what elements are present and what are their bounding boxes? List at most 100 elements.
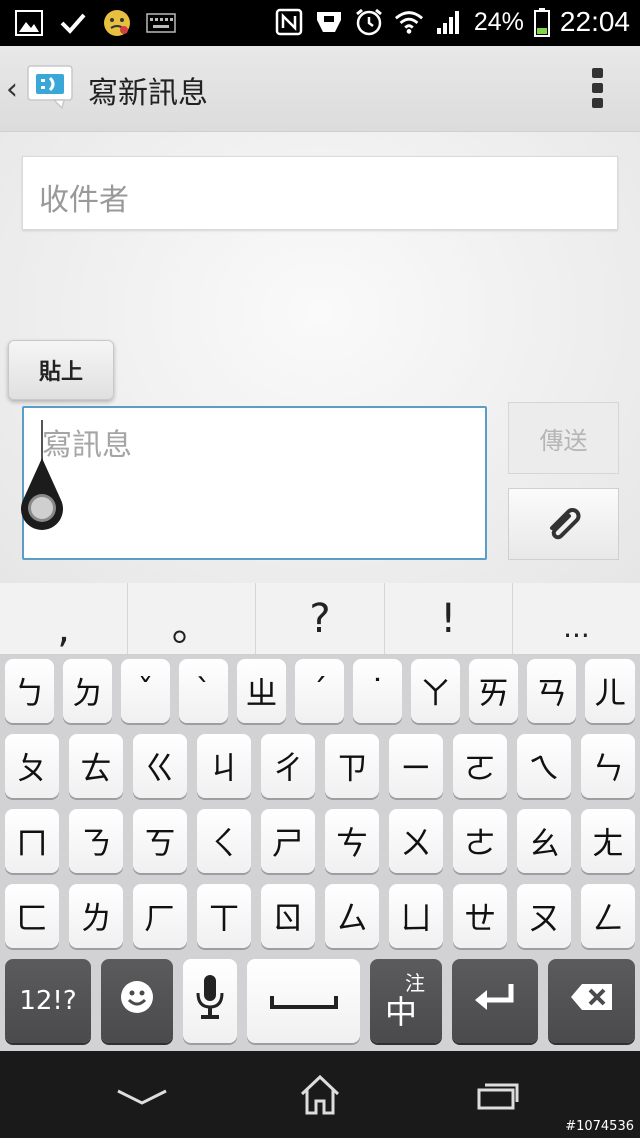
attach-button[interactable]	[508, 488, 619, 560]
home-icon	[298, 1074, 342, 1120]
keyboard-icon	[146, 8, 176, 38]
text-cursor	[41, 420, 43, 460]
key[interactable]: ㄖ	[261, 884, 315, 948]
voice-input-key[interactable]	[183, 959, 237, 1043]
key[interactable]: ㄎ	[133, 809, 187, 873]
key[interactable]: ㄒ	[197, 884, 251, 948]
smiley-icon	[120, 980, 154, 1022]
key[interactable]: ㄡ	[517, 884, 571, 948]
back-chevron-icon[interactable]: ‹	[6, 72, 18, 107]
suggestion-item[interactable]: ,	[0, 583, 129, 654]
messaging-app-icon[interactable]	[24, 62, 76, 110]
nfc-icon	[274, 7, 304, 37]
enter-key[interactable]	[452, 959, 538, 1043]
symbols-key[interactable]: 12!?	[5, 959, 91, 1043]
emoji-key[interactable]	[101, 959, 173, 1043]
suggestion-item[interactable]: ...	[513, 583, 640, 654]
key[interactable]: ㄉ	[63, 659, 112, 723]
key[interactable]: ㄗ	[325, 734, 379, 798]
key[interactable]: ˙	[353, 659, 402, 723]
overflow-menu-icon[interactable]	[592, 68, 604, 108]
key[interactable]: ㄣ	[581, 734, 635, 798]
lang-key-main-label: 中	[384, 993, 417, 1031]
cursor-handle-icon[interactable]	[17, 456, 67, 532]
key[interactable]: ㄕ	[261, 809, 315, 873]
key[interactable]: ㄔ	[261, 734, 315, 798]
keyboard-row-3: ㄇ ㄋ ㄎ ㄑ ㄕ ㄘ ㄨ ㄜ ㄠ ㄤ	[0, 809, 640, 873]
key[interactable]: ㄞ	[469, 659, 518, 723]
recent-apps-button[interactable]	[468, 1075, 528, 1119]
key[interactable]: ㄧ	[389, 734, 443, 798]
key[interactable]: ㄢ	[527, 659, 576, 723]
action-bar: ‹ 寫新訊息	[0, 46, 640, 132]
on-screen-keyboard: , 。 ? ! ... ㄅ ㄉ ˇ ˋ ㄓ ˊ ˙ ㄚ ㄞ ㄢ ㄦ ㄆ ㄊ ㄍ …	[0, 583, 640, 1051]
key[interactable]: ˇ	[121, 659, 170, 723]
backspace-key[interactable]	[548, 959, 635, 1043]
key[interactable]: ˊ	[295, 659, 344, 723]
key[interactable]: ㄓ	[237, 659, 286, 723]
image-icon	[14, 8, 44, 38]
key[interactable]: ㄏ	[133, 884, 187, 948]
check-icon	[58, 8, 88, 38]
navigation-bar: #1074536	[0, 1051, 640, 1138]
status-bar: 24% 22:04	[0, 0, 640, 46]
key[interactable]: ㄇ	[5, 809, 59, 873]
send-button[interactable]: 傳送	[508, 402, 619, 474]
key[interactable]: ㄙ	[325, 884, 379, 948]
message-input[interactable]: 寫訊息	[21, 406, 487, 560]
key[interactable]: ㄆ	[5, 734, 59, 798]
wifi-icon	[394, 7, 424, 37]
recipient-placeholder: 收件者	[39, 183, 129, 218]
backspace-icon	[570, 982, 614, 1020]
battery-icon	[533, 7, 550, 37]
key[interactable]: ㄚ	[411, 659, 460, 723]
key[interactable]: ㄠ	[517, 809, 571, 873]
key[interactable]: ㄋ	[69, 809, 123, 873]
key[interactable]: ㄛ	[453, 734, 507, 798]
watermark: #1074536	[565, 1119, 634, 1134]
key[interactable]: ㄩ	[389, 884, 443, 948]
paperclip-icon	[544, 504, 584, 544]
paste-button[interactable]: 貼上	[8, 340, 114, 400]
suggestion-item[interactable]: !	[385, 583, 513, 654]
microphone-icon	[194, 973, 226, 1029]
key[interactable]: ㄑ	[197, 809, 251, 873]
lang-key-top-label: 注	[405, 971, 425, 995]
page-title: 寫新訊息	[88, 76, 208, 111]
key[interactable]: ㄘ	[325, 809, 379, 873]
alarm-icon	[354, 7, 384, 37]
usb-icon	[314, 7, 344, 37]
key[interactable]: ˋ	[179, 659, 228, 723]
key[interactable]: ㄊ	[69, 734, 123, 798]
home-button[interactable]	[290, 1074, 350, 1120]
emoji-face-icon	[102, 8, 132, 38]
keyboard-row-2: ㄆ ㄊ ㄍ ㄐ ㄔ ㄗ ㄧ ㄛ ㄟ ㄣ	[0, 734, 640, 798]
recipient-field[interactable]: 收件者	[22, 156, 618, 230]
key[interactable]: ㄍ	[133, 734, 187, 798]
recent-apps-icon	[476, 1080, 520, 1114]
key[interactable]: ㄨ	[389, 809, 443, 873]
space-bar-icon	[269, 982, 339, 1020]
suggestion-item[interactable]: ?	[256, 583, 385, 654]
input-language-key[interactable]: 注 中	[370, 959, 442, 1043]
keyboard-row-5: 12!? 注 中	[0, 959, 640, 1043]
key[interactable]: ㄥ	[581, 884, 635, 948]
suggestion-bar: , 。 ? ! ...	[0, 583, 640, 655]
suggestion-item[interactable]: 。	[128, 583, 257, 654]
key[interactable]: ㄟ	[517, 734, 571, 798]
key[interactable]: ㄐ	[197, 734, 251, 798]
key[interactable]: ㄦ	[585, 659, 635, 723]
key[interactable]: ㄌ	[69, 884, 123, 948]
signal-icon	[434, 7, 464, 37]
space-key[interactable]	[247, 959, 360, 1043]
key[interactable]: ㄤ	[581, 809, 635, 873]
key[interactable]: ㄝ	[453, 884, 507, 948]
keyboard-row-4: ㄈ ㄌ ㄏ ㄒ ㄖ ㄙ ㄩ ㄝ ㄡ ㄥ	[0, 884, 640, 948]
key[interactable]: ㄜ	[453, 809, 507, 873]
compose-area: 收件者 貼上 寫訊息 傳送	[0, 132, 640, 583]
key[interactable]: ㄈ	[5, 884, 59, 948]
hide-keyboard-button[interactable]	[112, 1075, 172, 1119]
return-arrow-icon	[473, 982, 517, 1020]
key[interactable]: ㄅ	[5, 659, 54, 723]
keyboard-row-1: ㄅ ㄉ ˇ ˋ ㄓ ˊ ˙ ㄚ ㄞ ㄢ ㄦ	[0, 659, 640, 723]
